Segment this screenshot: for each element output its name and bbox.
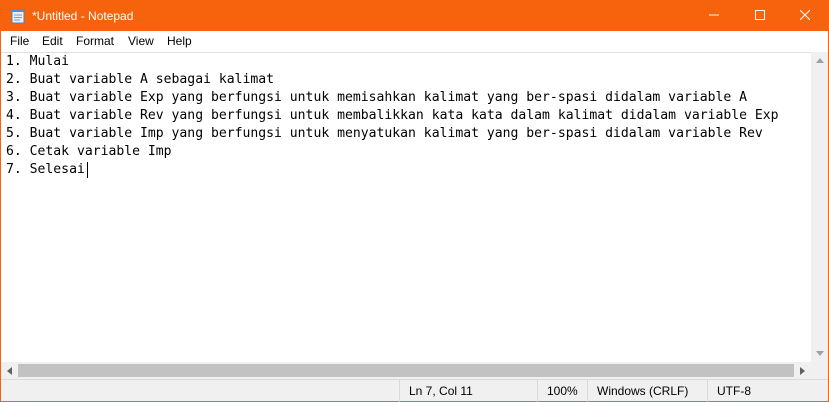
menu-view[interactable]: View [128,34,154,48]
scroll-right-icon[interactable] [794,362,811,379]
close-icon [799,7,811,25]
menu-edit[interactable]: Edit [42,34,63,48]
notepad-icon[interactable] [10,8,26,24]
status-position: Ln 7, Col 11 [399,380,537,402]
maximize-button[interactable] [737,1,783,31]
horizontal-scrollbar[interactable] [1,362,811,379]
window-title: *Untitled - Notepad [32,9,134,23]
editor-line: 3. Buat variable Exp yang berfungsi untu… [6,90,748,105]
text-caret [87,162,88,178]
menu-format[interactable]: Format [76,34,114,48]
editor-line: 7. Selesai [6,162,85,177]
minimize-button[interactable] [691,1,737,31]
title-bar[interactable]: *Untitled - Notepad [1,1,828,31]
status-zoom: 100% [537,380,587,402]
scroll-left-icon[interactable] [1,362,18,379]
editor-line: 5. Buat variable Imp yang berfungsi untu… [6,126,763,141]
scroll-up-icon[interactable] [811,52,828,69]
status-line-ending: Windows (CRLF) [587,380,707,402]
editor-line: 4. Buat variable Rev yang berfungsi untu… [6,108,779,123]
editor-line: 1. Mulai [6,54,70,69]
close-button[interactable] [782,1,828,31]
text-editor[interactable]: 1. Mulai 2. Buat variable A sebagai kali… [1,52,811,362]
notepad-window: *Untitled - Notepad File Edit Format Vie… [0,0,829,402]
menu-bar: File Edit Format View Help [1,31,828,52]
scrollbar-corner [811,362,828,379]
status-encoding: UTF-8 [707,380,828,402]
menu-file[interactable]: File [10,34,29,48]
minimize-icon [709,7,719,25]
menu-help[interactable]: Help [167,34,192,48]
maximize-icon [755,7,765,25]
horizontal-scroll-thumb[interactable] [18,364,794,377]
vertical-scrollbar[interactable] [811,52,828,362]
editor-line: 6. Cetak variable Imp [6,144,172,159]
scroll-down-icon[interactable] [811,345,828,362]
editor-line: 2. Buat variable A sebagai kalimat [6,72,275,87]
status-bar: Ln 7, Col 11 100% Windows (CRLF) UTF-8 [1,379,828,402]
